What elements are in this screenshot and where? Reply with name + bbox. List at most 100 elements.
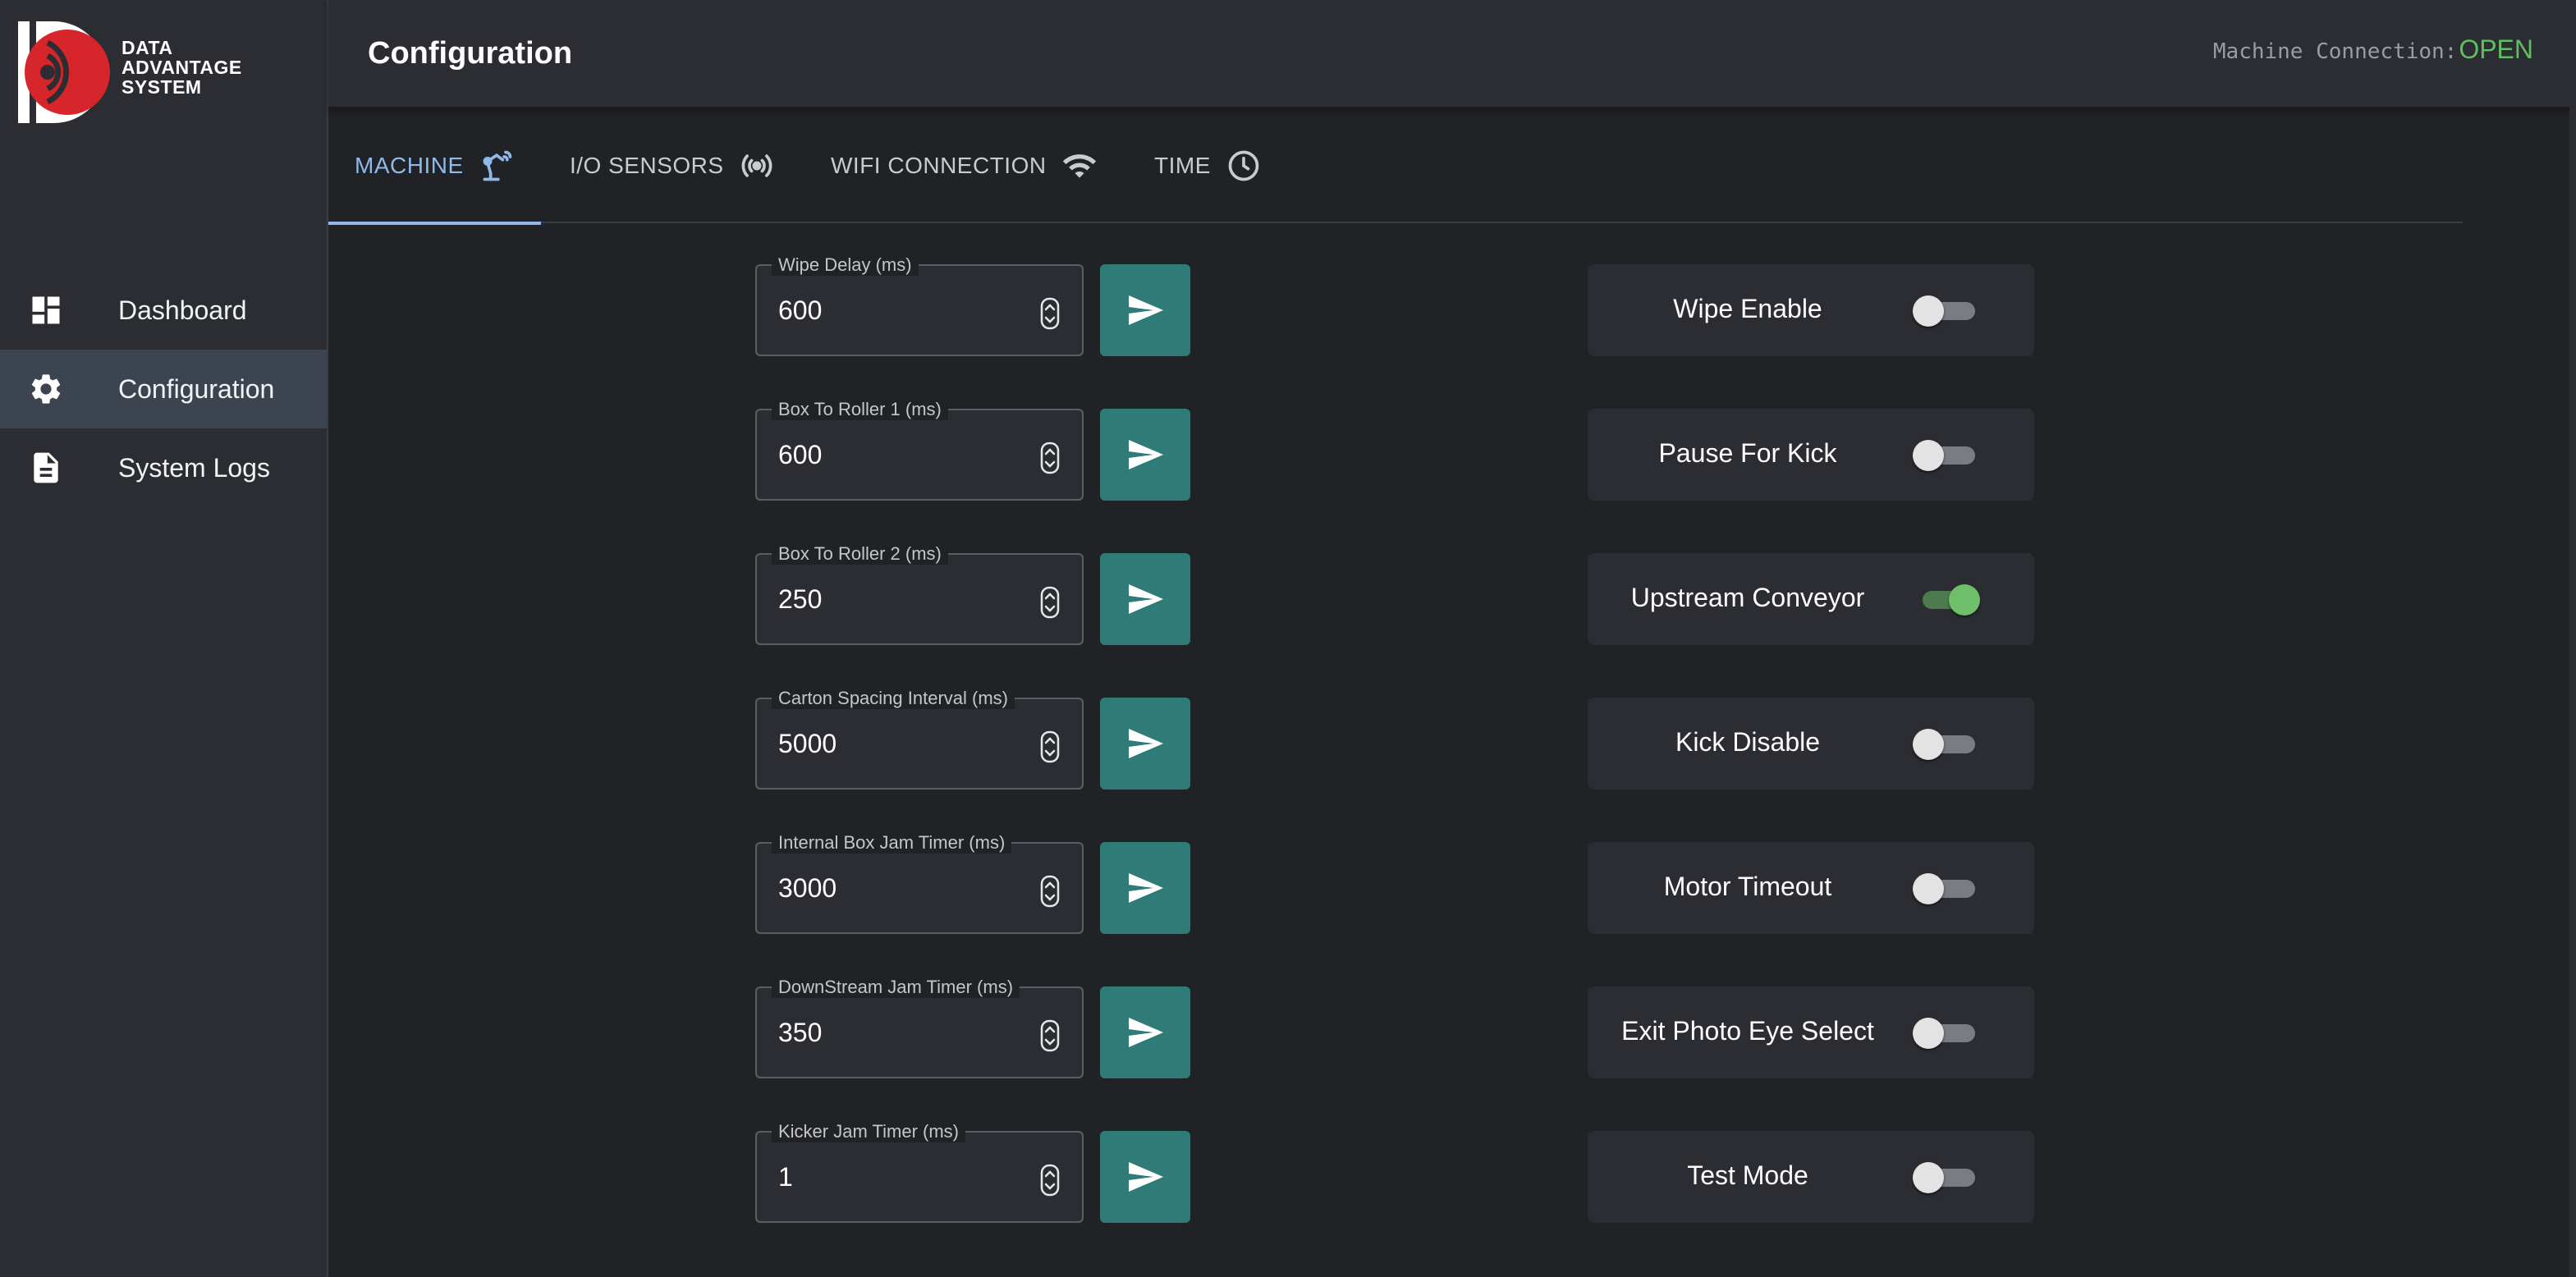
toggle-label: Kick Disable	[1675, 727, 1821, 757]
field-label: Carton Spacing Interval (ms)	[772, 688, 1015, 709]
send-icon	[1129, 1162, 1163, 1192]
toggle-card: Kick Disable	[1588, 698, 2034, 790]
field-label: Box To Roller 2 (ms)	[772, 543, 948, 565]
toggle-label: Wipe Enable	[1673, 294, 1822, 323]
tab-label: WIFI CONNECTION	[831, 153, 1047, 178]
dashboard-icon	[32, 296, 60, 324]
config-tabs: MACHINE I/O SENSORS WIFI CONNECTION TIME	[328, 108, 2463, 225]
robot-arm-icon	[483, 150, 511, 181]
field-label: Wipe Delay (ms)	[772, 254, 919, 276]
number-field[interactable]: Box To Roller 2 (ms)	[755, 543, 1084, 645]
send-icon	[1129, 295, 1163, 325]
number-field[interactable]: Kicker Jam Timer (ms)	[755, 1121, 1084, 1223]
brand-line-3: SYSTEM	[121, 76, 202, 98]
number-input[interactable]	[778, 872, 1024, 904]
sidebar-item-system-logs[interactable]: System Logs	[0, 428, 327, 507]
toggle-switch[interactable]	[1913, 1014, 1978, 1050]
sidebar-item-label: Dashboard	[118, 295, 247, 325]
send-button[interactable]	[1100, 842, 1190, 934]
switch-knob	[1913, 1018, 1944, 1049]
sidebar-item-configuration[interactable]: Configuration	[0, 350, 327, 428]
tab-machine[interactable]: MACHINE	[328, 108, 541, 225]
field-label: DownStream Jam Timer (ms)	[772, 977, 1020, 998]
toggle-card: Test Mode	[1588, 1131, 2034, 1223]
wifi-icon	[1062, 154, 1096, 178]
switch-knob	[1913, 295, 1944, 327]
stepper-arrows-icon[interactable]	[1039, 442, 1061, 474]
field-label: Box To Roller 1 (ms)	[772, 399, 948, 420]
brand-logo: DATA ADVANTAGE SYSTEM	[18, 18, 264, 125]
number-input[interactable]	[778, 438, 1024, 471]
send-icon	[1129, 729, 1163, 758]
toggle-card: Pause For Kick	[1588, 409, 2034, 501]
app-header: Configuration Machine Connection: OPEN	[328, 0, 2576, 108]
number-field[interactable]: Wipe Delay (ms)	[755, 254, 1084, 356]
tab-label: MACHINE	[355, 153, 464, 178]
send-icon	[1129, 1018, 1163, 1047]
number-field[interactable]: Box To Roller 1 (ms)	[755, 399, 1084, 501]
stepper-arrows-icon[interactable]	[1039, 875, 1061, 908]
toggle-switch[interactable]	[1913, 1159, 1978, 1195]
switch-knob	[1913, 1162, 1944, 1193]
switch-knob	[1949, 584, 1980, 616]
send-button[interactable]	[1100, 698, 1190, 790]
toggle-card: Upstream Conveyor	[1588, 553, 2034, 645]
number-input[interactable]	[778, 1016, 1024, 1049]
send-button[interactable]	[1100, 1131, 1190, 1223]
number-field[interactable]: DownStream Jam Timer (ms)	[755, 977, 1084, 1078]
page-title: Configuration	[368, 36, 573, 71]
field-label: Kicker Jam Timer (ms)	[772, 1121, 965, 1142]
sensor-broadcast-icon	[741, 154, 772, 177]
number-input[interactable]	[778, 1160, 1024, 1193]
send-icon	[1129, 440, 1163, 469]
machine-connection-status: Machine Connection: OPEN	[2213, 34, 2533, 65]
toggle-label: Pause For Kick	[1658, 438, 1837, 468]
tab-wifi-connection[interactable]: WIFI CONNECTION	[831, 108, 1098, 223]
send-button[interactable]	[1100, 264, 1190, 356]
connection-label: Machine Connection:	[2212, 39, 2458, 64]
number-input[interactable]	[778, 727, 1024, 760]
stepper-arrows-icon[interactable]	[1039, 730, 1061, 763]
toggle-card: Wipe Enable	[1588, 264, 2034, 356]
number-field[interactable]: Internal Box Jam Timer (ms)	[755, 832, 1084, 934]
toggle-switch[interactable]	[1913, 725, 1978, 762]
logo-mark-icon	[18, 21, 110, 123]
stepper-arrows-icon[interactable]	[1039, 1019, 1061, 1052]
document-icon	[34, 452, 58, 483]
toggle-switch[interactable]	[1913, 870, 1978, 906]
number-field[interactable]: Carton Spacing Interval (ms)	[755, 688, 1084, 790]
switch-knob	[1913, 873, 1944, 904]
stepper-arrows-icon[interactable]	[1039, 1164, 1061, 1197]
send-icon	[1129, 584, 1163, 614]
field-label: Internal Box Jam Timer (ms)	[772, 832, 1012, 854]
send-button[interactable]	[1100, 409, 1190, 501]
toggle-switch[interactable]	[1913, 581, 1980, 617]
sidebar-item-dashboard[interactable]: Dashboard	[0, 271, 327, 350]
toggle-label: Test Mode	[1687, 1160, 1808, 1190]
stepper-arrows-icon[interactable]	[1039, 586, 1061, 619]
clock-icon	[1228, 150, 1259, 181]
number-input[interactable]	[778, 583, 1024, 616]
switch-knob	[1913, 440, 1944, 471]
stepper-arrows-icon[interactable]	[1039, 297, 1061, 330]
number-input[interactable]	[778, 294, 1024, 327]
tab-label: TIME	[1154, 153, 1211, 178]
tab-label: I/O SENSORS	[570, 153, 724, 178]
tab-io-sensors[interactable]: I/O SENSORS	[570, 108, 775, 223]
toggle-switch[interactable]	[1913, 292, 1978, 328]
toggle-card: Exit Photo Eye Select	[1588, 986, 2034, 1078]
toggle-label: Upstream Conveyor	[1630, 583, 1865, 612]
sidebar: DATA ADVANTAGE SYSTEM Dashboard Configur…	[0, 0, 328, 1277]
brand-name: DATA ADVANTAGE SYSTEM	[121, 38, 242, 97]
window-edge	[2569, 0, 2576, 1277]
switch-knob	[1913, 729, 1944, 760]
tab-time[interactable]: TIME	[1154, 108, 1262, 223]
toggle-label: Motor Timeout	[1663, 872, 1832, 901]
sidebar-item-label: Configuration	[118, 373, 275, 404]
send-icon	[1129, 873, 1163, 903]
send-button[interactable]	[1100, 986, 1190, 1078]
gear-icon	[31, 374, 61, 404]
brand-line-1: DATA	[121, 37, 173, 58]
toggle-switch[interactable]	[1913, 437, 1978, 473]
send-button[interactable]	[1100, 553, 1190, 645]
